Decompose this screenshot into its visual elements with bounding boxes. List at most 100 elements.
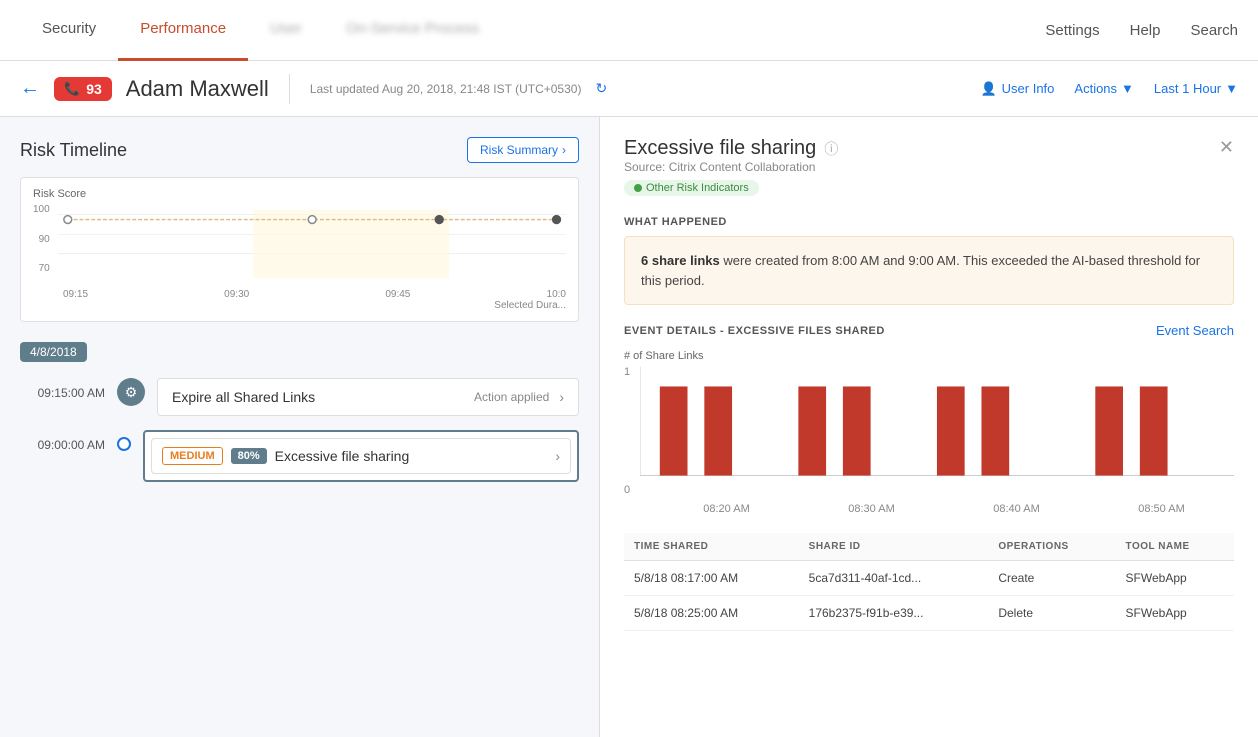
excessive-sharing-card[interactable]: MEDIUM 80% Excessive file sharing ›: [151, 438, 571, 474]
event-card-label: Excessive file sharing: [275, 448, 548, 464]
right-panel-header: Excessive file sharing ⓘ Source: Citrix …: [624, 137, 1234, 210]
nav-right: Settings Help Search: [1045, 22, 1238, 39]
timeline-item-event: 09:00:00 AM MEDIUM 80% Excessive file sh…: [20, 430, 579, 482]
bar-y-1: 1: [624, 366, 630, 378]
happened-rest-text: were created from 8:00 AM and 9:00 AM. T…: [641, 253, 1200, 288]
event-search-link[interactable]: Event Search: [1156, 323, 1234, 338]
chart-x-labels: 09:15 09:30 09:45 10:0: [33, 287, 566, 300]
source-label: Source: Citrix Content Collaboration: [624, 160, 838, 174]
risk-indicator-badge: Other Risk Indicators: [624, 180, 759, 196]
time-label: Last 1 Hour: [1154, 81, 1221, 96]
top-nav: Security Performance User On-Service Pro…: [0, 0, 1258, 61]
time-chevron-icon: ▼: [1225, 81, 1238, 96]
nav-item-service[interactable]: On-Service Process: [324, 0, 501, 61]
action-chevron-icon: ›: [559, 389, 564, 405]
y-value-90: 90: [33, 234, 50, 245]
last-updated-text: Last updated Aug 20, 2018, 21:48 IST (UT…: [310, 82, 582, 96]
event-card-wrapper: MEDIUM 80% Excessive file sharing ›: [143, 430, 579, 482]
refresh-icon[interactable]: ↻: [595, 80, 607, 97]
timeline-item-action: 09:15:00 AM ⚙ Expire all Shared Links Ac…: [20, 378, 579, 416]
bar-x-0840: 08:40 AM: [993, 503, 1039, 515]
user-info-label: User Info: [1002, 81, 1055, 96]
event-time: 09:00:00 AM: [20, 438, 105, 452]
risk-line-chart: [58, 204, 566, 284]
risk-summary-chevron-icon: ›: [562, 143, 566, 157]
happened-box: 6 share links were created from 8:00 AM …: [624, 236, 1234, 305]
happened-bold-text: 6 share links: [641, 253, 720, 268]
event-details-header: EVENT DETAILS - EXCESSIVE FILES SHARED E…: [624, 323, 1234, 338]
medium-badge: MEDIUM: [162, 447, 223, 465]
actions-button[interactable]: Actions ▼: [1074, 81, 1134, 96]
expire-links-card[interactable]: Expire all Shared Links Action applied ›: [157, 378, 579, 416]
x-label-1000: 10:0: [547, 289, 566, 300]
right-panel: Excessive file sharing ⓘ Source: Citrix …: [600, 117, 1258, 737]
info-icon: ⓘ: [824, 139, 838, 159]
user-icon: 👤: [980, 81, 996, 97]
close-icon[interactable]: ✕: [1219, 137, 1234, 158]
score-badge: 📞 93: [54, 77, 112, 101]
risk-timeline-header: Risk Timeline Risk Summary ›: [20, 137, 579, 163]
nav-item-performance[interactable]: Performance: [118, 0, 248, 61]
cell-ops-0: Create: [988, 561, 1115, 596]
main-layout: Risk Timeline Risk Summary › Risk Score …: [0, 117, 1258, 737]
nav-item-security[interactable]: Security: [20, 0, 118, 61]
chart-y-label: Risk Score: [33, 188, 566, 200]
y-value-70: 70: [33, 263, 50, 274]
risk-indicator-label: Other Risk Indicators: [646, 182, 749, 194]
risk-summary-button[interactable]: Risk Summary ›: [467, 137, 579, 163]
events-table: TIME SHARED SHARE ID OPERATIONS TOOL NAM…: [624, 533, 1234, 631]
event-details-title: EVENT DETAILS - EXCESSIVE FILES SHARED: [624, 325, 885, 337]
risk-timeline-title: Risk Timeline: [20, 140, 127, 161]
excessive-title: Excessive file sharing ⓘ: [624, 137, 838, 160]
cell-tool-1: SFWebApp: [1116, 596, 1234, 631]
risk-dot: [634, 184, 642, 192]
bar-chart-y-axis: 1 0: [624, 366, 636, 496]
col-tool-name: TOOL NAME: [1116, 533, 1234, 561]
bar-x-labels: 08:20 AM 08:30 AM 08:40 AM 08:50 AM: [624, 499, 1234, 515]
chart-y-axis: 100 90 70: [33, 204, 54, 274]
help-nav-item[interactable]: Help: [1130, 22, 1161, 39]
actions-chevron-icon: ▼: [1121, 81, 1134, 96]
selected-duration-label: Selected Dura...: [33, 300, 566, 311]
back-button[interactable]: ←: [20, 77, 40, 100]
bar-chart-container: 1 0: [624, 366, 1234, 499]
action-card-label: Expire all Shared Links: [172, 389, 464, 405]
bar-chart-area: # of Share Links 1 0: [624, 350, 1234, 515]
bar-x-0830: 08:30 AM: [848, 503, 894, 515]
cell-ops-1: Delete: [988, 596, 1115, 631]
bar-chart-y-label: # of Share Links: [624, 350, 1234, 362]
timeline-connector-action: ⚙: [117, 378, 145, 406]
settings-nav-item[interactable]: Settings: [1045, 22, 1099, 39]
nav-item-user[interactable]: User: [248, 0, 324, 61]
risk-chart-area: Risk Score 100 90 70: [20, 177, 579, 322]
cell-share-id-0: 5ca7d311-40af-1cd...: [799, 561, 989, 596]
header-bar: ← 📞 93 Adam Maxwell Last updated Aug 20,…: [0, 61, 1258, 117]
bar-chart-svg-wrapper: [640, 366, 1234, 499]
x-label-0930: 09:30: [224, 289, 249, 300]
timeline-connector-event: [117, 430, 131, 451]
col-operations: OPERATIONS: [988, 533, 1115, 561]
cell-time-0: 5/8/18 08:17:00 AM: [624, 561, 799, 596]
phone-icon: 📞: [64, 81, 80, 97]
excessive-title-group: Excessive file sharing ⓘ Source: Citrix …: [624, 137, 838, 210]
event-chevron-icon: ›: [555, 448, 560, 464]
header-right: 👤 User Info Actions ▼ Last 1 Hour ▼: [980, 81, 1238, 97]
bar-x-0850: 08:50 AM: [1138, 503, 1184, 515]
bar-y-0: 0: [624, 484, 630, 496]
search-nav-item[interactable]: Search: [1190, 22, 1238, 39]
nav-items: Security Performance User On-Service Pro…: [20, 0, 1045, 61]
col-share-id: SHARE ID: [799, 533, 989, 561]
user-info-button[interactable]: 👤 User Info: [980, 81, 1054, 97]
table-row: 5/8/18 08:17:00 AM 5ca7d311-40af-1cd... …: [624, 561, 1234, 596]
circle-icon: [117, 437, 131, 451]
gear-icon: ⚙: [117, 378, 145, 406]
x-label-0945: 09:45: [385, 289, 410, 300]
actions-label: Actions: [1074, 81, 1117, 96]
col-time-shared: TIME SHARED: [624, 533, 799, 561]
excessive-title-text: Excessive file sharing: [624, 137, 816, 160]
time-range-button[interactable]: Last 1 Hour ▼: [1154, 81, 1238, 96]
action-applied-label: Action applied: [474, 390, 549, 404]
bar-chart-svg: [640, 366, 1234, 496]
chart-svg-wrapper: [58, 204, 566, 287]
action-time: 09:15:00 AM: [20, 386, 105, 400]
